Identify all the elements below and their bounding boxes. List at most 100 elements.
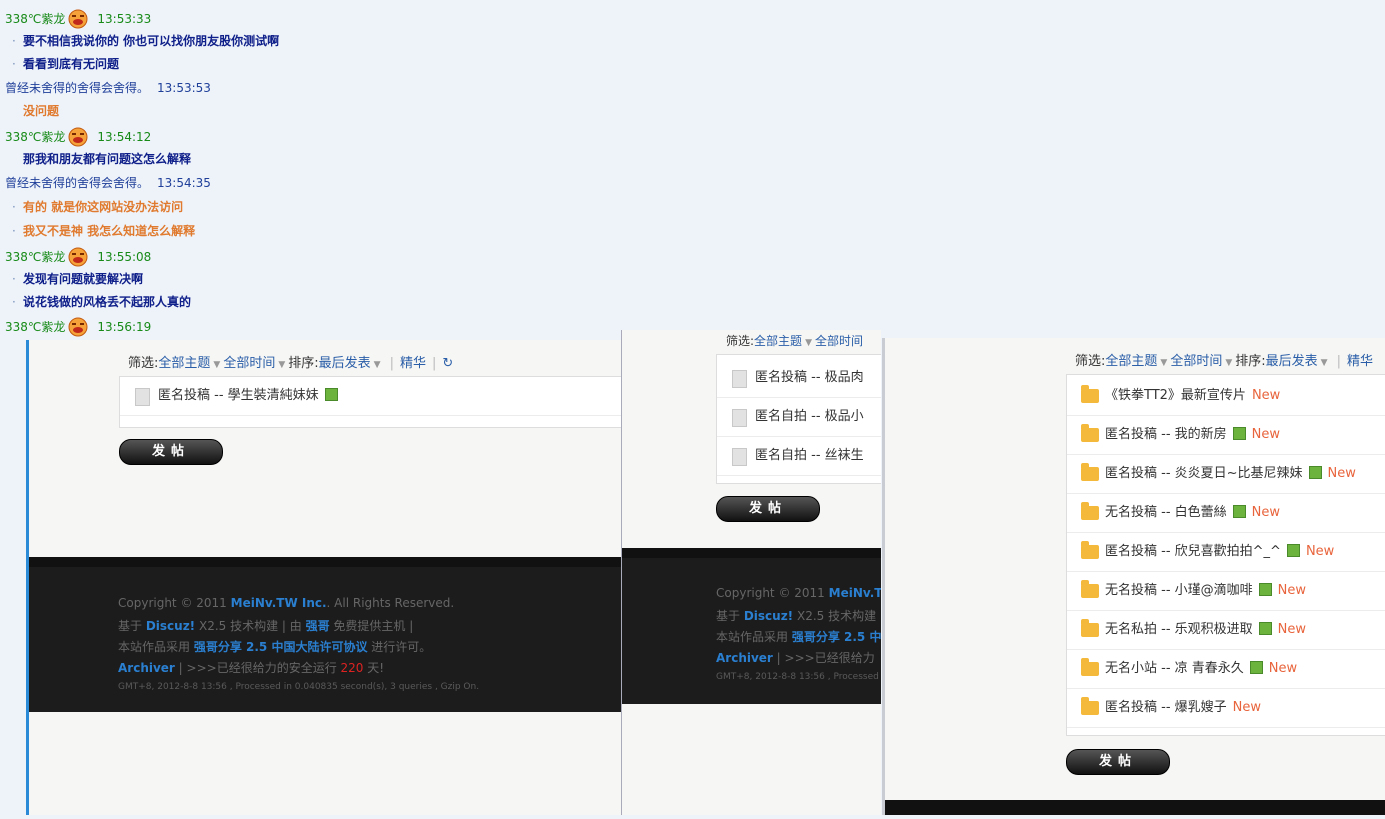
angry-face-icon	[67, 127, 89, 147]
chat-header: 曾经未舍得的舍得会舍得。 13:53:53	[5, 77, 211, 97]
image-attachment-icon	[1258, 622, 1272, 635]
chat-header: 338℃紫龙 13:56:19	[5, 316, 151, 336]
thread-filter-bar: 筛选:全部主题 ▼ 全部时间	[726, 334, 863, 348]
chevron-down-icon: ▼	[1225, 358, 1233, 368]
footer-license: 本站作品采用 强哥分享 2.5 中	[716, 630, 881, 644]
filter-digest[interactable]: 精华	[1347, 354, 1373, 369]
post-button[interactable]: 发帖	[119, 439, 223, 465]
document-icon	[135, 388, 150, 406]
thread-title[interactable]: 无名投稿 -- 小瑾@滴咖啡	[1105, 583, 1253, 598]
filter-all-time[interactable]: 全部时间	[815, 334, 863, 348]
image-attachment-icon	[1232, 427, 1246, 440]
thread-title[interactable]: 匿名投稿 -- 炎炎夏日~比基尼辣妹	[1105, 466, 1303, 481]
screenshot-panel-2: 筛选:全部主题 ▼ 全部时间 匿名投稿 -- 极品肉 匿名自拍 -- 极品小 匿名自…	[621, 330, 881, 815]
thread-row[interactable]: 匿名自拍 -- 丝袜生	[717, 437, 881, 476]
sort-last-post[interactable]: 最后发表	[1266, 354, 1318, 369]
folder-icon	[1081, 658, 1099, 676]
thread-row[interactable]: 匿名投稿 -- 欣兒喜歡拍拍^_^ New	[1067, 533, 1385, 572]
document-icon	[732, 448, 747, 466]
angry-face-icon	[67, 9, 89, 29]
site-footer: Copyright © 2011 MeiNv.TW Inc.. All Righ…	[29, 567, 621, 712]
new-badge: New	[1277, 583, 1307, 598]
screenshot-panel-1: 筛选:全部主题 ▼ 全部时间 ▼ 排序:最后发表 ▼ | 精华 | ↻ 匿名投稿 -- 學生裝清純…	[26, 340, 621, 815]
thread-title[interactable]: 匿名投稿 -- 學生裝清純妹妹	[158, 388, 319, 403]
footer-uptime: Archiver | >>>已经很给力的安全运行 220 天!	[118, 661, 385, 675]
folder-icon	[1081, 502, 1099, 520]
thread-row[interactable]: 匿名投稿 -- 极品肉	[717, 359, 881, 398]
footer-license: 本站作品采用 强哥分享 2.5 中国大陆许可协议 进行许可。	[118, 640, 432, 654]
message-time: 13:55:08	[97, 249, 152, 264]
footer-copyright: Copyright © 2011 MeiNv.T	[716, 586, 881, 600]
footer-stats: GMT+8, 2012-8-8 13:56 , Processed in 0.0…	[118, 682, 480, 692]
filter-all-topics[interactable]: 全部主题	[158, 356, 210, 371]
thread-title[interactable]: 《铁拳TT2》最新宣传片	[1105, 388, 1246, 403]
sender-name: 曾经未舍得的舍得会舍得。	[5, 175, 150, 190]
angry-face-icon	[67, 317, 89, 337]
thread-row[interactable]: 无名投稿 -- 小瑾@滴咖啡 New	[1067, 572, 1385, 611]
message-time: 13:54:12	[97, 129, 152, 144]
folder-icon	[1081, 541, 1099, 559]
footer-archiver-link[interactable]: Archiver	[118, 661, 175, 675]
thread-row[interactable]: 《铁拳TT2》最新宣传片 New	[1067, 377, 1385, 416]
thread-row[interactable]: 匿名投稿 -- 學生裝清純妹妹	[120, 377, 621, 416]
thread-row[interactable]: 无名投稿 -- 白色蕾絲 New	[1067, 494, 1385, 533]
refresh-icon[interactable]: ↻	[442, 356, 453, 371]
chevron-down-icon: ▼	[1160, 358, 1168, 368]
thread-row[interactable]: 匿名投稿 -- 炎炎夏日~比基尼辣妹 New	[1067, 455, 1385, 494]
chat-header: 338℃紫龙 13:53:33	[5, 8, 151, 28]
footer-site-link[interactable]: MeiNv.TW Inc.	[231, 596, 327, 610]
thread-title[interactable]: 匿名投稿 -- 欣兒喜歡拍拍^_^	[1105, 544, 1281, 559]
thread-title[interactable]: 匿名投稿 -- 我的新房	[1105, 427, 1227, 442]
sender-name: 338℃紫龙	[5, 249, 66, 264]
new-badge: New	[1251, 427, 1281, 442]
footer-divider	[622, 548, 881, 558]
image-attachment-icon	[1258, 583, 1272, 596]
thread-title[interactable]: 匿名自拍 -- 丝袜生	[755, 437, 864, 475]
filter-all-time[interactable]: 全部时间	[223, 356, 275, 371]
folder-icon	[1081, 463, 1099, 481]
chevron-down-icon: ▼	[1320, 358, 1328, 368]
image-attachment-icon	[1308, 466, 1322, 479]
footer-uptime: Archiver | >>>已经很给力	[716, 651, 875, 665]
thread-row[interactable]: 匿名投稿 -- 我的新房 New	[1067, 416, 1385, 455]
thread-row[interactable]: 无名私拍 -- 乐观积极进取 New	[1067, 611, 1385, 650]
thread-row[interactable]: 匿名投稿 -- 爆乳嫂子 New	[1067, 689, 1385, 728]
post-button[interactable]: 发帖	[716, 496, 820, 522]
new-badge: New	[1251, 388, 1281, 403]
thread-filter-bar: 筛选:全部主题 ▼ 全部时间 ▼ 排序:最后发表 ▼ | 精华	[1075, 354, 1373, 369]
footer-host-link[interactable]: 强哥	[306, 619, 330, 633]
thread-list: 《铁拳TT2》最新宣传片 New 匿名投稿 -- 我的新房 New 匿名投稿 -- …	[1066, 374, 1385, 736]
folder-icon	[1081, 697, 1099, 715]
thread-list: 匿名投稿 -- 极品肉 匿名自拍 -- 极品小 匿名自拍 -- 丝袜生	[716, 354, 881, 484]
thread-title[interactable]: 匿名投稿 -- 极品肉	[755, 359, 864, 397]
image-attachment-icon	[1232, 505, 1246, 518]
chat-message: · 发现有问题就要解决啊	[12, 272, 144, 286]
filter-all-time[interactable]: 全部时间	[1170, 354, 1222, 369]
thread-title[interactable]: 无名投稿 -- 白色蕾絲	[1105, 505, 1227, 520]
angry-face-icon	[67, 247, 89, 267]
sender-name: 338℃紫龙	[5, 11, 66, 26]
footer-copyright: Copyright © 2011 MeiNv.TW Inc.. All Righ…	[118, 596, 455, 610]
footer-discuz-link[interactable]: Discuz!	[146, 619, 195, 633]
thread-title[interactable]: 匿名投稿 -- 爆乳嫂子	[1105, 700, 1227, 715]
thread-title[interactable]: 匿名自拍 -- 极品小	[755, 398, 864, 436]
post-button[interactable]: 发帖	[1066, 749, 1170, 775]
sort-last-post[interactable]: 最后发表	[319, 356, 371, 371]
chat-header: 338℃紫龙 13:55:08	[5, 246, 151, 266]
message-time: 13:53:53	[157, 80, 211, 95]
new-badge: New	[1327, 466, 1356, 481]
thread-title[interactable]: 无名小站 -- 凉 青春永久	[1105, 661, 1244, 676]
filter-all-topics[interactable]: 全部主题	[754, 334, 802, 348]
sender-name: 338℃紫龙	[5, 319, 66, 334]
chat-message: 那我和朋友都有问题这怎么解释	[23, 152, 192, 166]
filter-all-topics[interactable]: 全部主题	[1105, 354, 1157, 369]
footer-divider	[29, 557, 621, 567]
thread-row[interactable]: 无名小站 -- 凉 青春永久 New	[1067, 650, 1385, 689]
filter-label: 筛选:	[128, 356, 159, 371]
footer-license-link[interactable]: 强哥分享 2.5 中国大陆许可协议	[194, 640, 368, 654]
footer-divider	[885, 800, 1385, 815]
new-badge: New	[1232, 700, 1262, 715]
thread-row[interactable]: 匿名自拍 -- 极品小	[717, 398, 881, 437]
thread-title[interactable]: 无名私拍 -- 乐观积极进取	[1105, 622, 1253, 637]
filter-digest[interactable]: 精华	[400, 356, 426, 371]
